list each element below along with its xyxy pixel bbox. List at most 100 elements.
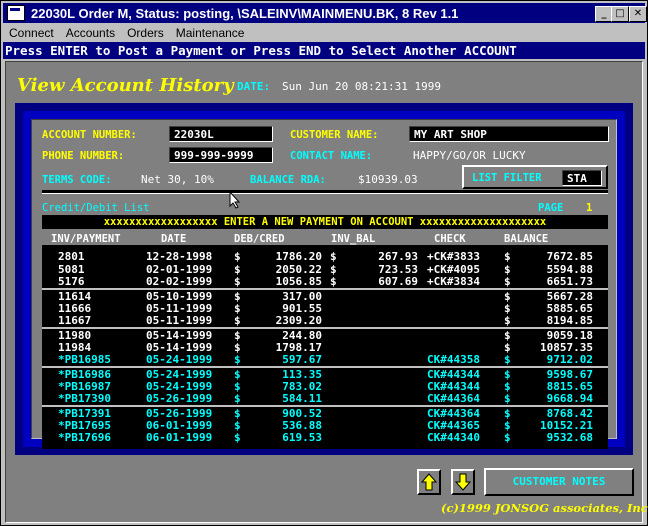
customer-notes-button[interactable]: CUSTOMER NOTES — [484, 468, 634, 496]
list-filter-label: LIST FILTER — [472, 172, 542, 184]
cell-inv: *PB17390 — [58, 392, 111, 405]
menu-bar: Connect Accounts Orders Maintenance — [3, 24, 645, 41]
table-row[interactable]: *PB16985 05-24-1999 $597.67 CK#44358 $9712.0… — [42, 354, 608, 366]
cell-amt: 1786.20 — [275, 250, 322, 263]
cell-d3: $ — [504, 392, 511, 405]
row-group-separator — [42, 288, 608, 290]
title-bar[interactable]: 22030L Order M, Status: posting, \SALEIN… — [3, 3, 647, 23]
phone-number-label: PHONE NUMBER: — [42, 150, 125, 162]
cell-date: 05-24-1999 — [146, 353, 213, 366]
cell-amt: 597.67 — [282, 353, 322, 366]
date-value: Sun Jun 20 08:21:31 1999 — [282, 80, 441, 93]
cell-d3: $ — [504, 275, 511, 288]
table-row[interactable]: *PB16987 05-24-1999 $783.02 CK#44344 $8815.6… — [42, 381, 608, 393]
cell-d1: $ — [234, 275, 241, 288]
system-menu-icon[interactable] — [7, 5, 25, 21]
list-filter-input[interactable]: STA — [562, 170, 602, 186]
date-label: DATE: — [237, 80, 271, 93]
col-header-date: DATE — [161, 233, 187, 245]
table-row[interactable]: *PB17696 06-01-1999 $619.53 CK#44340 $9532.6… — [42, 432, 608, 444]
col-header-debcred: DEB/CRED — [234, 233, 285, 245]
cell-total: 7672.85 — [546, 250, 593, 263]
contact-name-value: HAPPY/GO/OR LUCKY — [413, 149, 526, 162]
cell-total: 8194.85 — [546, 314, 593, 327]
balance-label: BALANCE RDA: — [250, 174, 326, 186]
table-row[interactable]: 11614 05-10-1999 $317.00 $5667.28 — [42, 291, 608, 303]
table-row[interactable]: 11980 05-14-1999 $244.80 $9059.18 — [42, 330, 608, 342]
cell-check: CK#44358 — [427, 353, 480, 366]
scroll-up-button[interactable] — [417, 469, 441, 495]
maximize-button[interactable]: □ — [611, 6, 629, 22]
window-title: 22030L Order M, Status: posting, \SALEIN… — [31, 5, 459, 21]
new-payment-banner[interactable]: xxxxxxxxxxxxxxxxxx ENTER A NEW PAYMENT O… — [42, 215, 608, 229]
cell-check: +CK#3834 — [427, 275, 480, 288]
arrow-down-icon — [455, 473, 471, 491]
customer-name-label: CUSTOMER NAME: — [290, 129, 379, 141]
cell-amt: 1056.85 — [275, 275, 322, 288]
cell-inv: 11667 — [58, 314, 92, 327]
cell-d2: $ — [330, 275, 337, 288]
cell-inv: 5176 — [58, 275, 85, 288]
cell-date: 02-02-1999 — [146, 275, 213, 288]
col-header-invbal: INV_BAL — [331, 233, 376, 245]
cell-d1: $ — [234, 353, 241, 366]
close-button[interactable]: ✕ — [629, 6, 647, 22]
table-row[interactable]: 5081 02-01-1999 $2050.22 $723.53 +CK#4095 $55… — [42, 264, 608, 276]
cell-inv: *PB16985 — [58, 353, 111, 366]
cell-bal: 607.69 — [378, 275, 418, 288]
table-row[interactable]: 11667 05-11-1999 $2309.20 $8194.85 — [42, 315, 608, 327]
col-header-check: CHECK — [434, 233, 466, 245]
account-number-label: ACCOUNT NUMBER: — [42, 129, 137, 141]
cell-d1: $ — [234, 431, 241, 444]
cell-total: 9712.02 — [546, 353, 593, 366]
app-window: 22030L Order M, Status: posting, \SALEIN… — [0, 0, 648, 526]
balance-value: $10939.03 — [358, 173, 418, 186]
cell-amt: 2309.20 — [275, 314, 322, 327]
page-title: View Account History — [17, 75, 234, 96]
phone-number-field[interactable]: 999-999-9999 — [169, 147, 273, 163]
row-group-separator — [42, 366, 608, 368]
table-row[interactable]: *PB16986 05-24-1999 $113.35 CK#44344 $9598.6… — [42, 369, 608, 381]
menu-connect[interactable]: Connect — [3, 26, 60, 40]
row-group-separator — [42, 327, 608, 329]
cell-date: 05-11-1999 — [146, 314, 213, 327]
table-row[interactable]: *PB17695 06-01-1999 $536.88 CK#44365 $10152.… — [42, 420, 608, 432]
customer-name-field[interactable]: MY ART SHOP — [409, 126, 609, 142]
cell-check: CK#44364 — [427, 392, 480, 405]
menu-maintenance[interactable]: Maintenance — [170, 26, 251, 40]
cell-check: CK#44340 — [427, 431, 480, 444]
cell-d2: $ — [330, 250, 337, 263]
table-row[interactable]: 2801 12-28-1998 $1786.20 $267.93 +CK#3833 $76… — [42, 251, 608, 263]
row-group-separator — [42, 405, 608, 407]
cell-total: 9668.94 — [546, 392, 593, 405]
cell-check: +CK#3833 — [427, 250, 480, 263]
terms-code-value: Net 30, 10% — [141, 173, 214, 186]
cell-d1: $ — [234, 250, 241, 263]
scroll-down-button[interactable] — [451, 469, 475, 495]
table-row[interactable]: *PB17390 05-26-1999 $584.11 CK#44364 $9668.9… — [42, 393, 608, 405]
cell-amt: 584.11 — [282, 392, 322, 405]
cell-date: 06-01-1999 — [146, 431, 213, 444]
menu-accounts[interactable]: Accounts — [60, 26, 121, 40]
page-number: 1 — [586, 202, 593, 214]
cell-total: 9532.68 — [546, 431, 593, 444]
list-filter-button[interactable]: LIST FILTER STA — [462, 165, 608, 189]
cell-d3: $ — [504, 353, 511, 366]
contact-name-label: CONTACT NAME: — [290, 150, 373, 162]
table-row[interactable]: 11984 05-14-1999 $1798.17 $10857.35 — [42, 342, 608, 354]
table-row[interactable]: 11666 05-11-1999 $901.55 $5885.65 — [42, 303, 608, 315]
menu-orders[interactable]: Orders — [121, 26, 170, 40]
cell-inv: *PB17696 — [58, 431, 111, 444]
page-label: PAGE — [538, 202, 564, 214]
cell-bal: 267.93 — [378, 250, 418, 263]
cell-d3: $ — [504, 431, 511, 444]
table-row[interactable]: 5176 02-02-1999 $1056.85 $607.69 +CK#3834 $66… — [42, 276, 608, 288]
arrow-up-icon — [421, 473, 437, 491]
transactions-table[interactable]: 2801 12-28-1998 $1786.20 $267.93 +CK#3833 $76… — [42, 245, 608, 449]
mouse-pointer-icon — [229, 191, 241, 209]
list-title: Credit/Debit List — [42, 202, 150, 214]
account-number-field[interactable]: 22030L — [169, 126, 273, 142]
cell-total: 6651.73 — [546, 275, 593, 288]
cell-date: 12-28-1998 — [146, 250, 213, 263]
table-row[interactable]: *PB17391 05-26-1999 $900.52 CK#44364 $8768.4… — [42, 408, 608, 420]
